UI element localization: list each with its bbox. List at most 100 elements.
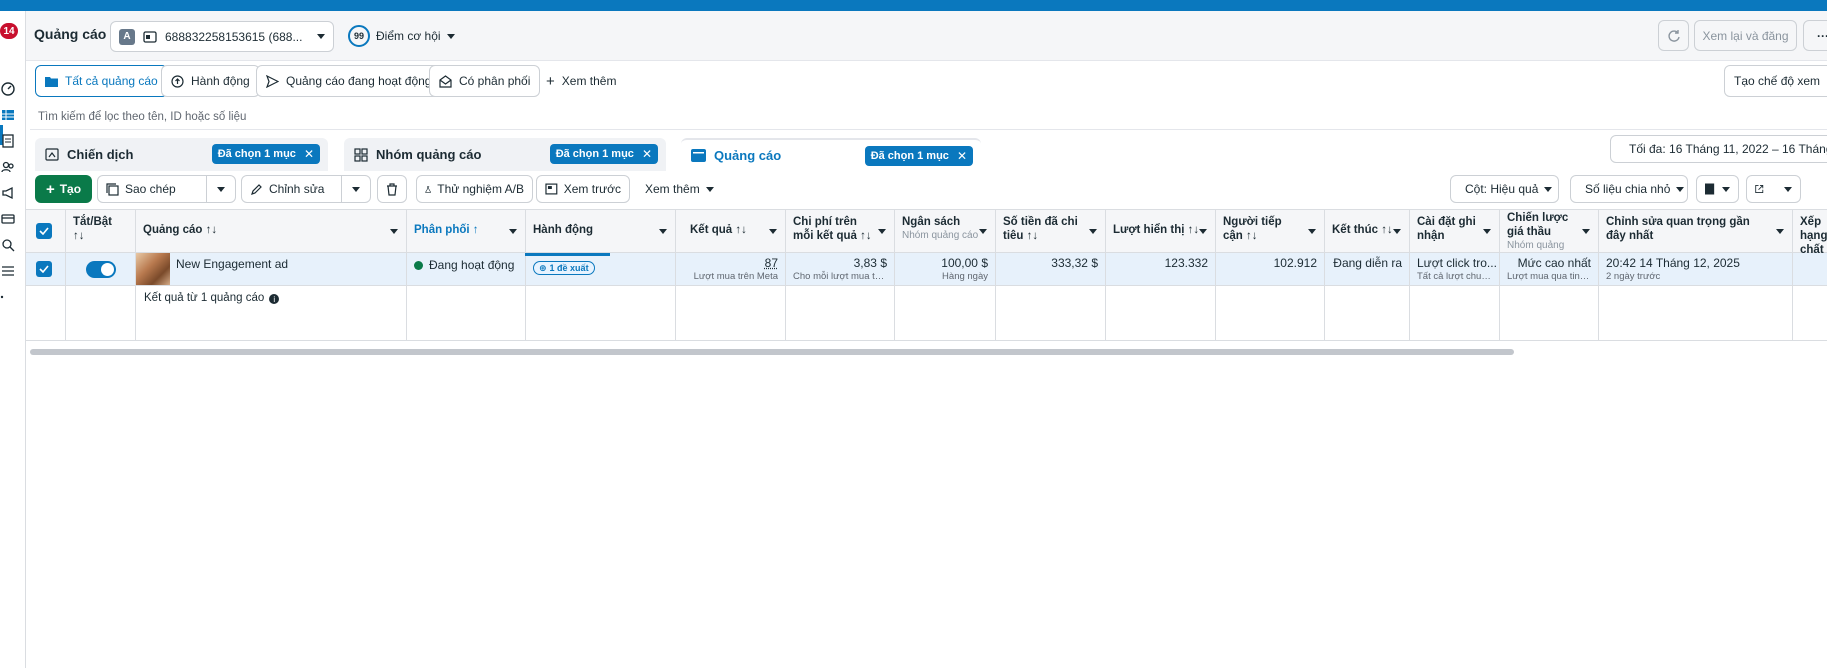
table-icon[interactable] [0,107,16,123]
ad-name[interactable]: New Engagement ad [176,253,288,285]
duplicate-label: Sao chép [125,182,176,196]
duplicate-button[interactable]: Sao chép [97,175,207,203]
delete-button[interactable] [377,175,407,203]
chevron-down-icon[interactable] [1308,229,1316,234]
duplicate-dropdown[interactable] [206,175,236,203]
ab-test-button[interactable]: Thử nghiệm A/B [416,175,533,203]
header-budget[interactable]: Ngân sách Nhóm quảng cáo [895,210,996,253]
close-icon[interactable]: ✕ [642,147,652,161]
header-select-all[interactable] [26,210,66,253]
chevron-down-icon[interactable] [659,229,667,234]
chevron-down-icon[interactable] [1199,229,1207,234]
create-button[interactable]: + Tạo [35,175,92,203]
filter-active-ads[interactable]: Quảng cáo đang hoạt động [256,65,442,97]
filter-actions[interactable]: Hành động [161,65,260,97]
account-avatar: A [119,28,135,45]
last-edit-value[interactable]: 20:42 14 Tháng 12, 2025 [1606,256,1740,270]
chevron-down-icon[interactable] [1393,229,1401,234]
account-selector[interactable]: A 688832258153615 (688... [110,21,334,52]
breakdown-label: Số liệu chia nhỏ [1585,182,1671,196]
chevron-down-icon [705,186,714,192]
results-value[interactable]: 87 [765,256,778,270]
row-select[interactable] [26,253,66,285]
header-ad-name[interactable]: Quảng cáo ↑↓ [136,210,407,253]
header-last-edit[interactable]: Chỉnh sửa quan trọng gần đây nhất [1599,210,1793,253]
dashboard-icon[interactable] [0,81,16,97]
info-icon[interactable]: i [269,294,280,304]
checkbox-checked-icon[interactable] [36,223,52,239]
audience-icon[interactable] [0,159,16,175]
selected-chip[interactable]: Đã chọn 1 mục ✕ [211,144,320,164]
bid-value: Mức cao nhất [1517,256,1591,270]
header-amount-spent[interactable]: Số tiền đã chi tiêu ↑↓ [996,210,1106,253]
summary-label-cell: Kết quả từ 1 quảng cáo i [136,286,407,340]
chevron-down-icon[interactable] [1483,229,1491,234]
export-button[interactable] [1746,175,1801,203]
chevron-down-icon[interactable] [390,229,398,234]
breakdown-button[interactable]: Số liệu chia nhỏ [1570,175,1688,203]
tab-ads[interactable]: Quảng cáo Đã chọn 1 mục ✕ [681,138,981,171]
header-impressions[interactable]: Lượt hiển thị ↑↓ [1106,210,1216,253]
suggestion-pill[interactable]: ⊕ 1 đề xuất [533,261,595,275]
header-toggle[interactable]: Tắt/Bật ↑↓ [66,210,136,253]
horizontal-scrollbar[interactable] [30,349,1514,355]
review-publish-button[interactable]: Xem lại và đăng [1694,20,1797,51]
megaphone-icon[interactable] [0,185,16,201]
close-icon[interactable]: ✕ [304,147,314,161]
chevron-down-icon[interactable] [878,229,886,234]
see-more-button[interactable]: Xem thêm [637,175,722,203]
on-off-toggle[interactable] [86,261,116,278]
refresh-icon [1667,29,1680,42]
header-cost-per-result[interactable]: Chi phí trên mỗi kết quả ↑↓ [786,210,895,253]
selected-chip[interactable]: Đã chọn 1 mục ✕ [549,144,658,164]
header-attribution[interactable]: Cài đặt ghi nhận [1410,210,1500,253]
header-spent-label: Số tiền đã chi tiêu ↑↓ [1003,216,1078,242]
filter-see-more[interactable]: + Xem thêm [537,65,625,97]
header-actions[interactable]: Hành động [526,210,676,253]
preview-button[interactable]: Xem trước [536,175,630,203]
opportunity-score[interactable]: 99 Điểm cơ hội [348,23,455,49]
budget-value[interactable]: 100,00 $ [941,256,988,270]
row-attribution-cell: Lượt click tro... Tất cả lượt chuyể... [1410,253,1500,285]
checkbox-checked-icon[interactable] [36,261,52,277]
send-icon [266,74,279,88]
edit-dropdown[interactable] [341,175,371,203]
header-delivery[interactable]: Phân phối ↑ [407,210,526,253]
tab-campaigns[interactable]: Chiến dịch Đã chọn 1 mục ✕ [35,138,328,171]
filter-has-delivery[interactable]: Có phân phối [429,65,541,97]
chevron-down-icon[interactable] [1582,229,1590,234]
menu-icon[interactable] [0,263,16,279]
plus-icon: + [45,180,55,198]
header-reach[interactable]: Người tiếp cận ↑↓ [1216,210,1325,253]
chevron-down-icon[interactable] [509,229,517,234]
header-quality-ranking[interactable]: Xếp hạng chất lượng [1793,210,1827,253]
search-input[interactable]: Tìm kiếm để lọc theo tên, ID hoặc số liệ… [30,104,1827,130]
filter-all-ads[interactable]: Tất cả quảng cáo [35,65,168,97]
more-button[interactable]: ··· [1803,20,1827,51]
filter-has-delivery-label: Có phân phối [459,74,531,88]
chevron-down-icon[interactable] [769,229,777,234]
chevron-down-icon[interactable] [1776,229,1784,234]
actions-toolbar: + Tạo Sao chép Chỉnh sửa Thử nghiệm A/B … [26,171,1827,209]
date-range-label: Tối đa: 16 Tháng 11, 2022 – 16 Tháng 12,… [1629,142,1827,156]
billing-icon[interactable] [0,211,16,227]
date-range-picker[interactable]: Tối đa: 16 Tháng 11, 2022 – 16 Tháng 12,… [1610,135,1827,163]
selected-chip[interactable]: Đã chọn 1 mục ✕ [864,146,973,166]
header-bid-strategy[interactable]: Chiến lược giá thầu Nhóm quảng cáo [1500,210,1599,253]
header-ends[interactable]: Kết thúc ↑↓ [1325,210,1410,253]
chevron-down-icon[interactable] [979,229,987,234]
header-results[interactable]: Kết quả ↑↓ [676,210,786,253]
columns-button[interactable]: Cột: Hiệu quả [1450,175,1559,203]
row-ad-name-cell: New Engagement ad [136,253,407,285]
refresh-button[interactable] [1658,20,1689,51]
chevron-down-icon[interactable] [1089,229,1097,234]
edit-button[interactable]: Chỉnh sửa [241,175,351,203]
tab-adsets[interactable]: Nhóm quảng cáo Đã chọn 1 mục ✕ [344,138,666,171]
close-icon[interactable]: ✕ [957,149,967,163]
search-people-icon[interactable] [0,237,16,253]
document-icon[interactable] [0,133,16,149]
dots-icon[interactable] [0,289,16,305]
create-view-button[interactable]: Tạo chế độ xem [1724,65,1827,97]
reports-button[interactable] [1696,175,1739,203]
table-row[interactable]: New Engagement ad Đang hoạt động ⊕ 1 đề x… [26,253,1827,286]
